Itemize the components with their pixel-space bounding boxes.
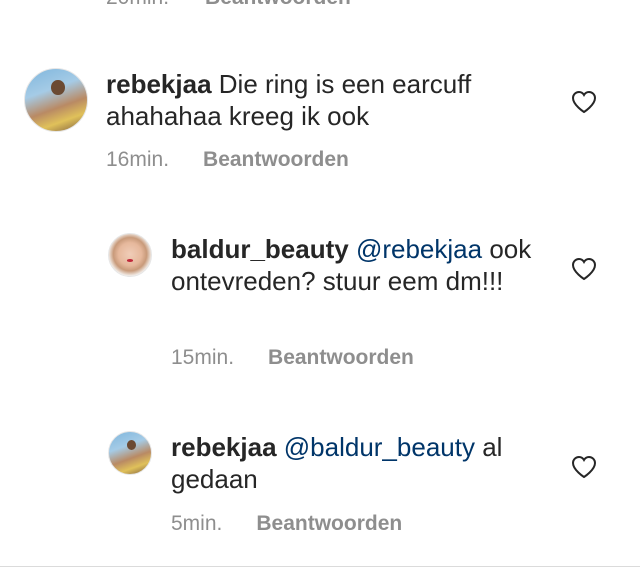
comment-time: 16min. [106,148,170,171]
reply-button[interactable]: Beantwoorden [203,148,349,171]
comment-text-block: rebekjaa Die ring is een earcuff ahahaha… [106,68,526,132]
avatar[interactable] [24,68,88,132]
comment-text-block: rebekjaa @baldur_beauty al gedaan [171,431,541,495]
username[interactable]: rebekjaa [171,432,277,462]
avatar[interactable] [108,431,152,475]
comment-meta: 16min. Beantwoorden [106,148,349,172]
comment-time: 5min. [171,512,223,535]
comment-meta: 15min. Beantwoorden [171,346,414,370]
username[interactable]: rebekjaa [106,69,212,99]
reply-button[interactable]: Beantwoorden [268,346,414,369]
reply-button[interactable]: Beantwoorden [205,0,351,9]
previous-comment-meta: 20min. Beantwoorden [106,0,351,10]
reply-button[interactable]: Beantwoorden [256,512,402,535]
like-heart-icon[interactable] [571,90,597,114]
avatar[interactable] [108,233,152,277]
mention-link[interactable]: @rebekjaa [356,234,482,264]
divider [0,566,640,567]
comment-meta: 5min. Beantwoorden [171,512,402,536]
comment-time: 20min. [106,0,169,9]
like-heart-icon[interactable] [571,455,597,479]
username[interactable]: baldur_beauty [171,234,349,264]
like-heart-icon[interactable] [571,257,597,281]
comment-time: 15min. [171,346,235,369]
mention-link[interactable]: @baldur_beauty [284,432,475,462]
comment-text-block: baldur_beauty @rebekjaa ook ontevreden? … [171,233,541,297]
